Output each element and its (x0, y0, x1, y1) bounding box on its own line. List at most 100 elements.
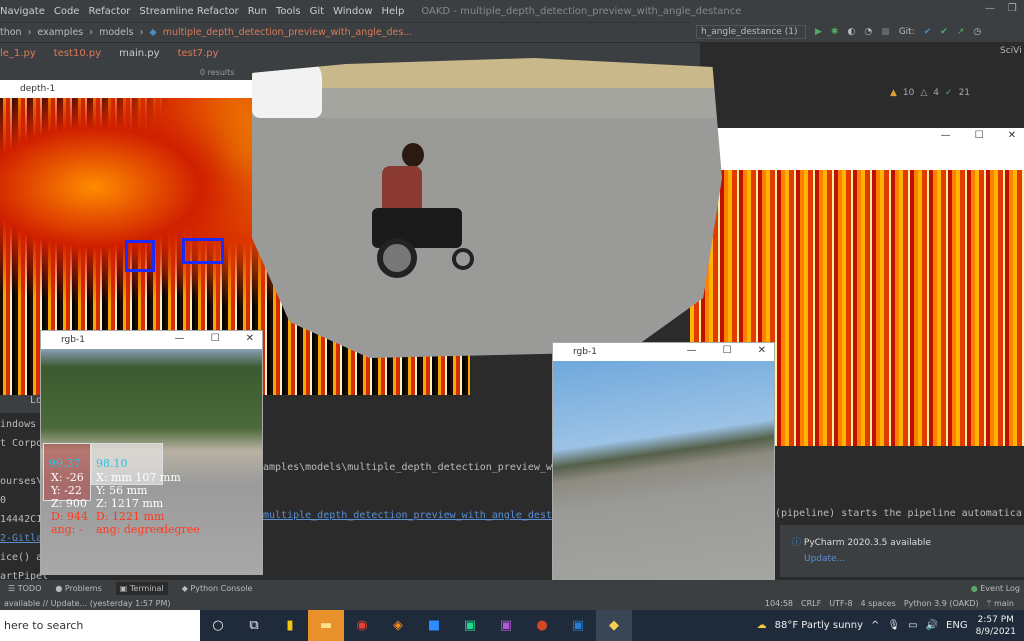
menu-help[interactable]: Help (382, 6, 405, 17)
powerpoint-icon[interactable]: ● (524, 610, 560, 641)
status-bar: available // Update... (yesterday 1:57 P… (0, 596, 1024, 610)
run-toolbar: h_angle_destance (1) ▶ ✱ ◐ ◔ ■ Git: ✔ ✔ … (690, 22, 1024, 42)
warning-icon: ▲ (890, 88, 897, 98)
angle-unit-label: degree (161, 523, 200, 536)
tab-test10[interactable]: test10.py (54, 48, 101, 59)
python-icon[interactable]: ◆ (596, 610, 632, 641)
debug-icon[interactable]: ✱ (831, 27, 839, 37)
tray-chevron-icon[interactable]: ^ (871, 620, 879, 631)
git-push-icon[interactable]: ↗ (957, 27, 965, 37)
tab-test7[interactable]: test7.py (178, 48, 219, 59)
distance-label: D: 1221 mm (96, 510, 165, 523)
window-controls[interactable]: — ☐ ✕ (687, 345, 766, 356)
crumb[interactable]: thon (0, 27, 22, 38)
z-label: Z: 1217 mm (96, 497, 164, 510)
menu-streamline-refactor[interactable]: Streamline Refactor (139, 6, 238, 17)
update-link[interactable]: Update... (804, 554, 1012, 564)
task-view-icon[interactable]: ⧉ (236, 610, 272, 641)
event-log[interactable]: ● Event Log (971, 584, 1020, 593)
clock[interactable]: 2:57 PM 8/9/2021 (976, 614, 1016, 638)
terminal-file-link[interactable]: multiple_depth_detection_preview_with_an… (263, 510, 558, 521)
window-title: rgb-1 (61, 335, 85, 345)
file-explorer-icon[interactable]: ▬ (308, 610, 344, 641)
interpreter[interactable]: Python 3.9 (OAKD) (904, 599, 979, 608)
chrome-icon[interactable]: ◉ (344, 610, 380, 641)
confidence-label: 98.10 (96, 457, 128, 470)
sciview-tab[interactable]: SciVi (1000, 46, 1022, 56)
word-icon[interactable]: ▣ (560, 610, 596, 641)
window-controls[interactable]: — ☐ ✕ (175, 333, 254, 344)
coverage-icon[interactable]: ◐ (847, 27, 855, 37)
zoom-icon[interactable]: ■ (416, 610, 452, 641)
cursor-position[interactable]: 104:58 (765, 599, 793, 608)
crumb[interactable]: models (99, 27, 134, 38)
typo-icon: ✓ (945, 88, 953, 98)
run-config-select[interactable]: h_angle_destance (1) (696, 25, 806, 39)
tool-problems[interactable]: ● Problems (55, 584, 101, 593)
terminal-path: amples\models\multiple_depth_detection_p… (263, 462, 559, 473)
window-controls[interactable]: — ☐ ✕ (941, 130, 1016, 141)
crumb[interactable]: examples (37, 27, 83, 38)
brave-icon[interactable]: ◈ (380, 610, 416, 641)
tool-todo[interactable]: ☰ TODO (8, 584, 41, 593)
tab-main[interactable]: main.py (119, 48, 159, 59)
python-file-icon: ◆ (149, 27, 157, 38)
inspection-widget[interactable]: ▲ 10 △ 4 ✓ 21 (890, 88, 970, 98)
weather-text[interactable]: 88°F Partly sunny (775, 620, 863, 631)
window-title: rgb-1 (573, 347, 597, 357)
git-commit-icon[interactable]: ✔ (940, 27, 948, 37)
menu-run[interactable]: Run (248, 6, 267, 17)
history-icon[interactable]: ◷ (973, 27, 981, 37)
terminal-tab[interactable]: Lo (0, 395, 42, 413)
indent[interactable]: 4 spaces (861, 599, 896, 608)
cortana-icon[interactable]: ○ (200, 610, 236, 641)
find-results: 0 results (200, 68, 235, 77)
confidence-label: 99.37 (49, 457, 81, 470)
window-titlebar: rgb-1 — ☐ ✕ (41, 331, 262, 349)
menu-refactor[interactable]: Refactor (88, 6, 130, 17)
weather-icon: ☁ (756, 620, 767, 631)
menu-tools[interactable]: Tools (276, 6, 301, 17)
git-update-icon[interactable]: ✔ (924, 27, 932, 37)
menu-window[interactable]: Window (333, 6, 372, 17)
terminal-pipeline-text: (pipeline) starts the pipeline automatic… (775, 508, 1022, 519)
stop-icon[interactable]: ■ (881, 27, 890, 37)
taskbar: here to search ○ ⧉ ▮ ▬ ◉ ◈ ■ ▣ ▣ ● ▣ ◆ ☁… (0, 610, 1024, 641)
wheelchair-person (362, 138, 492, 288)
detection-box (182, 238, 224, 264)
menu-git[interactable]: Git (310, 6, 324, 17)
menu-code[interactable]: Code (54, 6, 80, 17)
tool-window-bar: ☰ TODO ● Problems ▣ Terminal ◆ Python Co… (0, 580, 1024, 596)
taskbar-search[interactable]: here to search (0, 610, 200, 641)
pycharm-icon[interactable]: ▣ (452, 610, 488, 641)
tool-terminal[interactable]: ▣ Terminal (115, 581, 168, 595)
line-separator[interactable]: CRLF (801, 599, 821, 608)
update-notification: ⓘ PyCharm 2020.3.5 available Update... (780, 525, 1024, 577)
onenote-icon[interactable]: ▣ (488, 610, 524, 641)
tab-le-1[interactable]: le_1.py (0, 48, 36, 59)
language[interactable]: ENG (946, 620, 968, 631)
detection-box (125, 240, 155, 272)
crumb[interactable]: multiple_depth_detection_preview_with_an… (163, 27, 413, 38)
battery-icon[interactable]: ▭ (908, 620, 917, 631)
volume-icon[interactable]: 🔊 (926, 620, 938, 631)
angle-label: ang: - (51, 523, 83, 536)
window-controls[interactable]: — ❐ (985, 3, 1017, 14)
mic-icon[interactable]: 🎙 (887, 620, 900, 631)
x-label: X: mm 107 mm (96, 471, 181, 484)
menu-bar: Navigate Code Refactor Streamline Refact… (0, 0, 1024, 22)
profile-icon[interactable]: ◔ (864, 27, 872, 37)
window-titlebar: rgb-1 — ☐ ✕ (553, 343, 774, 361)
encoding[interactable]: UTF-8 (829, 599, 852, 608)
x-label: X: -26 (51, 471, 84, 484)
powerbi-icon[interactable]: ▮ (272, 610, 308, 641)
run-icon[interactable]: ▶ (815, 27, 822, 37)
git-branch[interactable]: ᛘ main (987, 599, 1014, 608)
y-label: Y: -22 (51, 484, 82, 497)
angle-label: ang: degree (96, 523, 163, 536)
menu-navigate[interactable]: Navigate (0, 6, 45, 17)
rgb-window-right: rgb-1 — ☐ ✕ (552, 342, 775, 585)
notification-title: PyCharm 2020.3.5 available (803, 538, 931, 548)
tool-python-console[interactable]: ◆ Python Console (182, 584, 253, 593)
status-message[interactable]: available // Update... (yesterday 1:57 P… (4, 599, 171, 608)
